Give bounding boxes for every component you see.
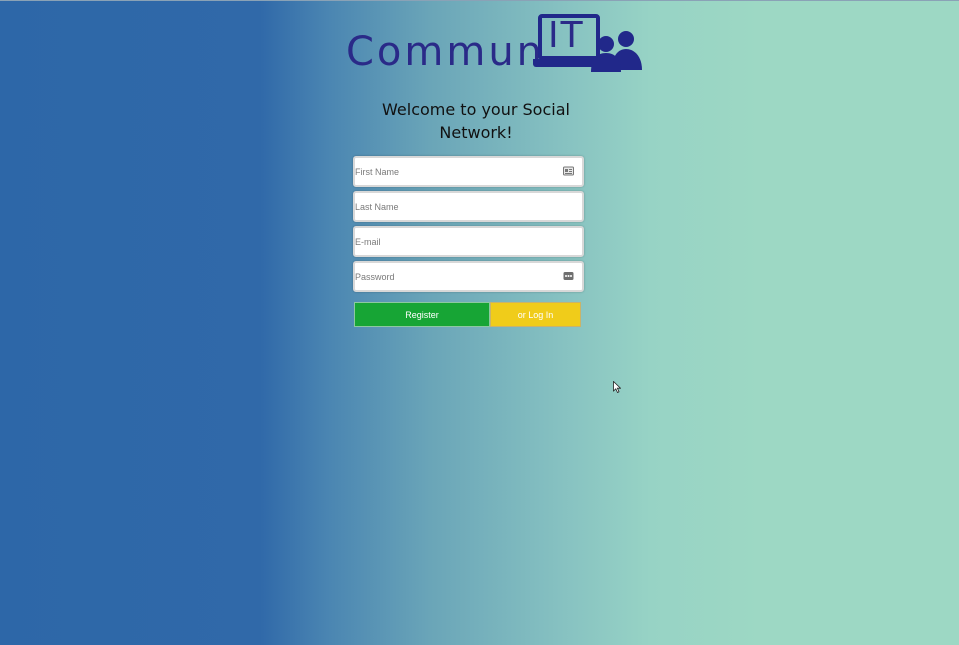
communit-logo: Commun IT xyxy=(346,12,646,74)
last-name-field[interactable] xyxy=(353,191,584,222)
people-icon xyxy=(591,31,642,72)
register-button[interactable]: Register xyxy=(354,302,490,327)
password-input[interactable] xyxy=(355,263,582,290)
password-field[interactable] xyxy=(353,261,584,292)
login-button[interactable]: or Log In xyxy=(490,302,581,327)
first-name-input[interactable] xyxy=(355,158,582,185)
welcome-heading: Welcome to your Social Network! xyxy=(376,98,576,144)
welcome-line-1: Welcome to your Social xyxy=(382,100,570,119)
email-input[interactable] xyxy=(355,228,582,255)
window-top-border xyxy=(0,0,959,1)
email-field[interactable] xyxy=(353,226,584,257)
first-name-field[interactable] xyxy=(353,156,584,187)
logo-text: Commun xyxy=(346,29,546,75)
form-buttons: Register or Log In xyxy=(354,302,581,327)
password-dots-icon xyxy=(563,272,574,280)
id-card-icon xyxy=(563,166,574,176)
mouse-cursor-icon xyxy=(613,381,621,393)
last-name-input[interactable] xyxy=(355,193,582,220)
welcome-line-2: Network! xyxy=(439,123,513,142)
logo-it-text: IT xyxy=(548,15,585,56)
